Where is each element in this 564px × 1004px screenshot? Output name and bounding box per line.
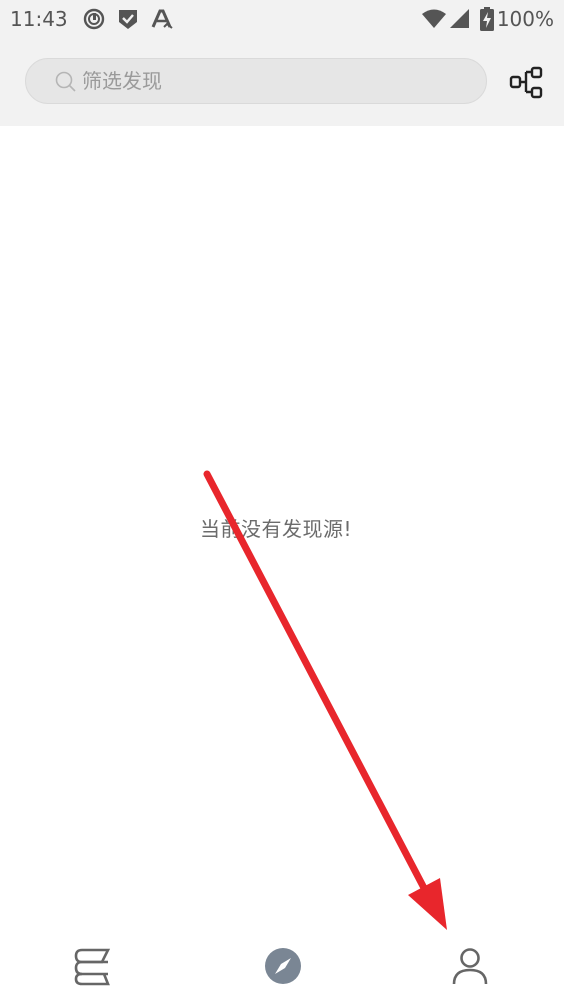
empty-state-message: 当前没有发现源! [199, 517, 353, 541]
compass-icon[interactable] [261, 944, 305, 988]
wifi-icon [422, 9, 446, 33]
bookshelf-icon[interactable] [72, 944, 116, 988]
battery-percentage: 100% [496, 7, 554, 31]
search-input[interactable] [82, 59, 462, 103]
bottom-navigation [0, 930, 564, 1004]
status-time: 11:43 [10, 7, 68, 31]
person-icon[interactable] [448, 944, 492, 988]
signal-icon [450, 9, 470, 33]
search-box[interactable] [25, 58, 487, 104]
battery-charging-icon [480, 7, 494, 35]
header-bar [0, 40, 564, 126]
discover-screen: 11:43 100% 筛选发现 当前没有发现源! [0, 0, 564, 1004]
annotation-arrow [203, 470, 447, 930]
node-tree-icon[interactable] [507, 64, 545, 102]
shield-check-icon [117, 8, 139, 34]
search-icon [54, 70, 78, 94]
music-app-icon [83, 8, 105, 34]
translate-a-icon [151, 8, 173, 34]
status-bar: 11:43 100% [0, 0, 564, 40]
